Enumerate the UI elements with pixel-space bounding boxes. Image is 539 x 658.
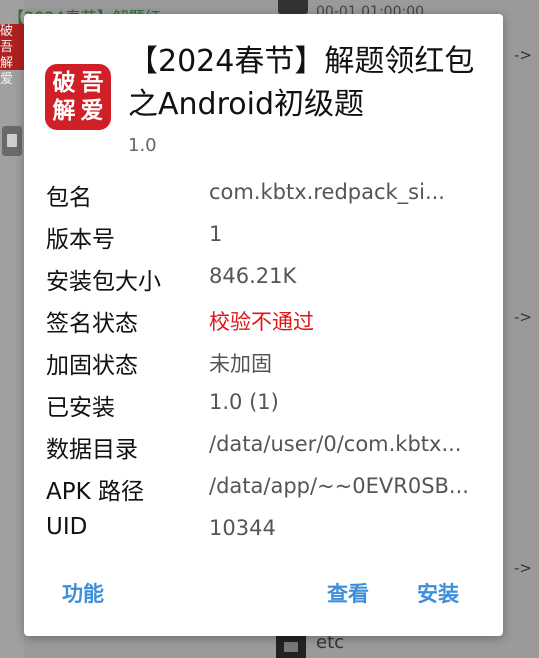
info-label: APK 路径 xyxy=(46,479,144,505)
background-symlink-arrow: -> xyxy=(514,46,532,64)
background-left-strip xyxy=(0,0,24,658)
background-app-logo: 破吾 解爱 xyxy=(0,24,24,87)
install-button[interactable]: 安装 xyxy=(417,578,459,608)
info-value: /data/user/0/com.kbtx... xyxy=(209,432,462,456)
info-value: 未加固 xyxy=(209,352,272,376)
app-info-dialog: 破 吾 解 爱 【2024春节】解题领红包之Android初级题 1.0 包名 … xyxy=(24,14,503,636)
background-folder-icon xyxy=(276,634,306,658)
background-folder-icon xyxy=(278,0,308,14)
screen: 【2024春节】解题红 00-01 01:00:00 破吾 解爱 -> -> -… xyxy=(0,0,539,658)
background-file-icon xyxy=(2,126,22,156)
info-label: 数据目录 xyxy=(46,437,138,463)
info-label: 安装包大小 xyxy=(46,269,161,295)
info-row-package: 包名 com.kbtx.redpack_si... xyxy=(46,178,486,214)
info-value: 10344 xyxy=(209,516,276,540)
info-row-data-dir: 数据目录 /data/user/0/com.kbtx... xyxy=(46,430,486,466)
info-value: com.kbtx.redpack_si... xyxy=(209,180,445,204)
background-symlink-arrow: -> xyxy=(514,559,532,577)
info-row-apk-path: APK 路径 /data/app/~~0EVR0SB... xyxy=(46,472,486,508)
app-logo-char: 吾 xyxy=(80,69,104,96)
info-label: 签名状态 xyxy=(46,311,138,337)
info-label: 版本号 xyxy=(46,227,115,253)
view-button[interactable]: 查看 xyxy=(327,578,369,608)
info-value: 1 xyxy=(209,222,223,246)
info-value: 1.0 (1) xyxy=(209,390,279,414)
app-title: 【2024春节】解题领红包之Android初级题 xyxy=(128,44,475,122)
app-version: 1.0 xyxy=(128,135,157,156)
info-value: 846.21K xyxy=(209,264,297,288)
info-label: UID xyxy=(46,514,88,540)
app-logo-char: 爱 xyxy=(80,97,104,124)
info-row-installed: 已安装 1.0 (1) xyxy=(46,388,486,424)
info-row-uid: UID 10344 xyxy=(46,514,486,550)
info-label: 加固状态 xyxy=(46,353,138,379)
function-button[interactable]: 功能 xyxy=(62,578,104,608)
info-row-signature-status: 签名状态 校验不通过 xyxy=(46,304,486,340)
info-row-package-size: 安装包大小 846.21K xyxy=(46,262,486,298)
background-symlink-arrow: -> xyxy=(514,308,532,326)
info-label: 已安装 xyxy=(46,395,115,421)
app-logo-char: 破 xyxy=(52,69,76,96)
info-value: /data/app/~~0EVR0SB... xyxy=(209,474,469,498)
info-label: 包名 xyxy=(46,185,92,211)
signature-status-value: 校验不通过 xyxy=(209,310,314,334)
app-logo-char: 解 xyxy=(52,97,76,124)
info-row-hardening-status: 加固状态 未加固 xyxy=(46,346,486,382)
info-row-version-code: 版本号 1 xyxy=(46,220,486,256)
app-logo-icon: 破 吾 解 爱 xyxy=(45,64,111,130)
